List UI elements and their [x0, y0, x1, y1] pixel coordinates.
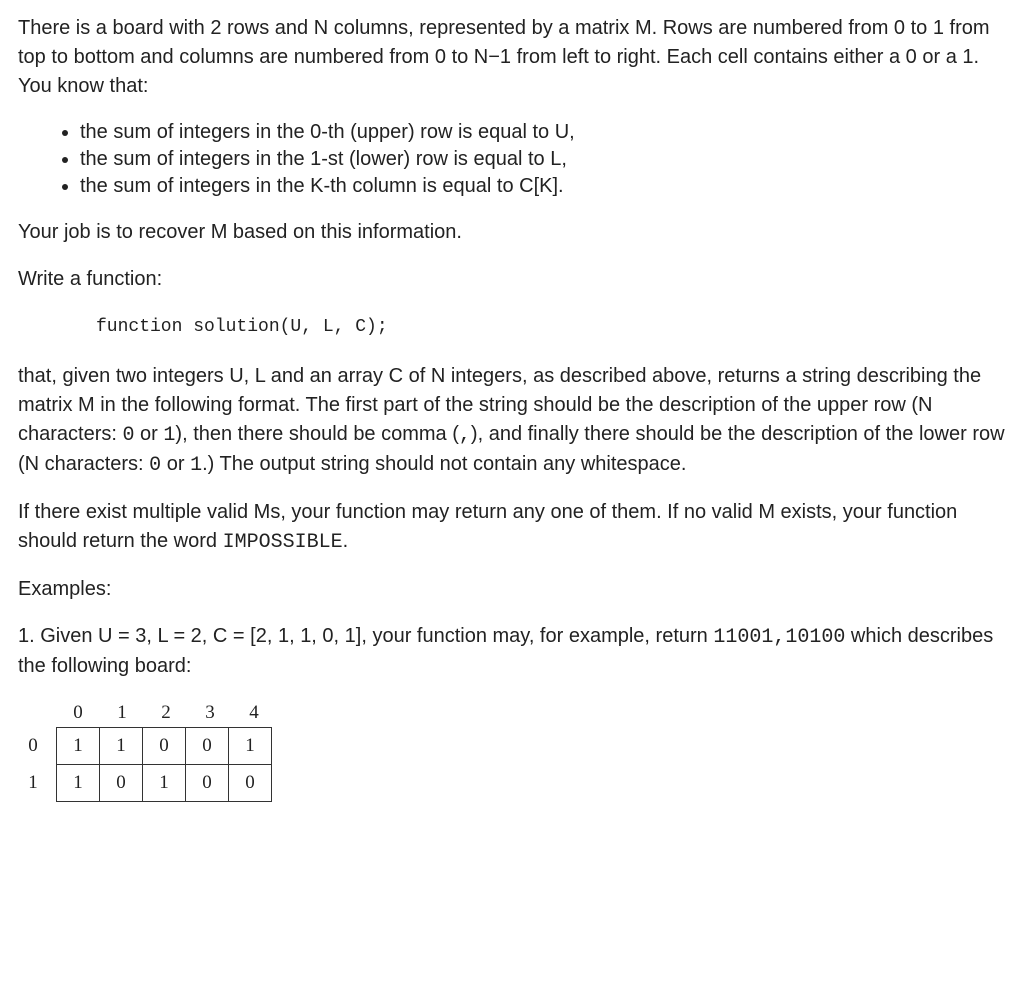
board-row: 1 0 1 0 0	[56, 765, 272, 802]
board-cell: 1	[56, 727, 100, 765]
board-cell: 0	[99, 764, 143, 802]
board-cell: 1	[56, 764, 100, 802]
bullet-item: the sum of integers in the 0-th (upper) …	[80, 119, 1006, 146]
examples-heading: Examples:	[18, 575, 1006, 604]
board-col-headers: 0 1 2 3 4	[56, 699, 1006, 727]
bullet-item: the sum of integers in the 1-st (lower) …	[80, 146, 1006, 173]
paragraph-job: Your job is to recover M based on this i…	[18, 218, 1006, 247]
board-cell: 0	[228, 764, 272, 802]
board-cell: 0	[185, 727, 229, 765]
col-header: 1	[100, 699, 144, 727]
board-cell: 0	[185, 764, 229, 802]
col-header: 2	[144, 699, 188, 727]
board-cell: 0	[142, 727, 186, 765]
paragraph-write: Write a function:	[18, 265, 1006, 294]
col-header: 3	[188, 699, 232, 727]
board-table: 0 1 2 3 4 0 1 1 0 0 1 1 1 0 1 0 0	[18, 699, 1006, 802]
board-cell: 1	[99, 727, 143, 765]
bullet-list: the sum of integers in the 0-th (upper) …	[18, 119, 1006, 200]
board-cell: 1	[228, 727, 272, 765]
bullet-item: the sum of integers in the K-th column i…	[80, 173, 1006, 200]
example-1-text: 1. Given U = 3, L = 2, C = [2, 1, 1, 0, …	[18, 622, 1006, 681]
board-cell: 1	[142, 764, 186, 802]
row-label: 1	[18, 769, 56, 797]
paragraph-multiple: If there exist multiple valid Ms, your f…	[18, 498, 1006, 557]
col-header: 0	[56, 699, 100, 727]
row-label: 0	[18, 732, 56, 760]
board-row: 1 1 0 0 1	[56, 727, 272, 765]
code-signature: function solution(U, L, C);	[96, 314, 1006, 340]
paragraph-format: that, given two integers U, L and an arr…	[18, 362, 1006, 480]
paragraph-intro: There is a board with 2 rows and N colum…	[18, 14, 1006, 101]
col-header: 4	[232, 699, 276, 727]
